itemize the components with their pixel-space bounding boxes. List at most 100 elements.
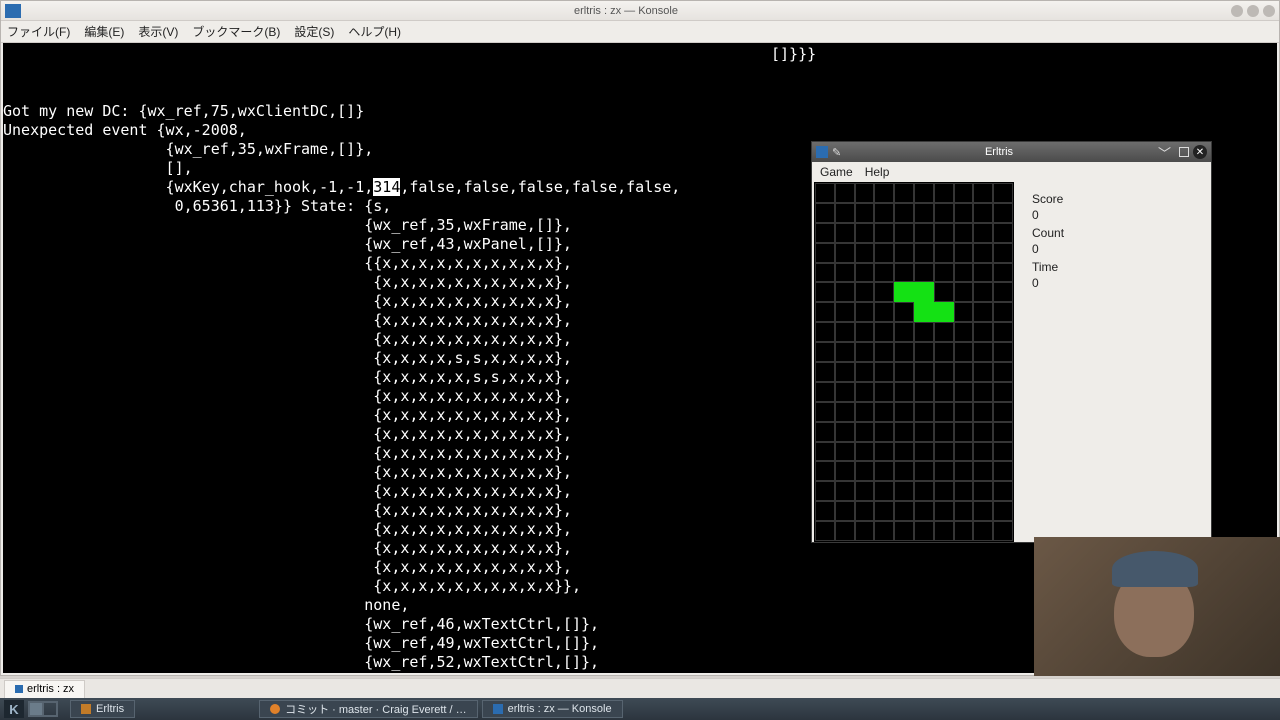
erltris-menu-bar: Game Help bbox=[812, 162, 1211, 182]
konsole-titlebar[interactable]: erltris : zx — Konsole bbox=[1, 1, 1279, 21]
board-cell bbox=[815, 481, 835, 501]
board-cell bbox=[914, 521, 934, 541]
board-cell bbox=[835, 322, 855, 342]
board-cell bbox=[855, 183, 875, 203]
board-cell bbox=[815, 263, 835, 283]
board-cell bbox=[815, 442, 835, 462]
menu-game[interactable]: Game bbox=[820, 165, 853, 179]
count-value: 0 bbox=[1032, 242, 1064, 256]
board-cell bbox=[993, 442, 1013, 462]
pin-icon[interactable]: ✎ bbox=[832, 146, 844, 158]
konsole-tab[interactable]: erltris : zx bbox=[4, 680, 85, 698]
board-cell bbox=[894, 342, 914, 362]
menu-bookmarks[interactable]: ブックマーク(B) bbox=[192, 23, 280, 40]
board-cell bbox=[973, 282, 993, 302]
board-cell bbox=[993, 521, 1013, 541]
board-cell bbox=[954, 402, 974, 422]
board-cell bbox=[874, 223, 894, 243]
score-value: 0 bbox=[1032, 208, 1064, 222]
board-cell bbox=[894, 263, 914, 283]
time-value: 0 bbox=[1032, 276, 1064, 290]
menu-edit[interactable]: 編集(E) bbox=[84, 23, 124, 40]
minimize-icon[interactable] bbox=[1231, 5, 1243, 17]
menu-settings[interactable]: 設定(S) bbox=[294, 23, 334, 40]
board-cell bbox=[874, 442, 894, 462]
board-cell bbox=[993, 501, 1013, 521]
taskbar-item-erltris[interactable]: Erltris bbox=[70, 700, 135, 718]
board-cell bbox=[934, 282, 954, 302]
menu-help[interactable]: ヘルプ(H) bbox=[348, 23, 401, 40]
board-cell bbox=[954, 362, 974, 382]
kde-launcher-icon[interactable]: K bbox=[4, 700, 24, 718]
board-cell bbox=[954, 342, 974, 362]
board-cell bbox=[835, 263, 855, 283]
board-cell bbox=[894, 481, 914, 501]
board-cell bbox=[874, 342, 894, 362]
board-cell bbox=[993, 183, 1013, 203]
board-cell bbox=[973, 362, 993, 382]
board-cell bbox=[934, 362, 954, 382]
maximize-icon[interactable] bbox=[1179, 147, 1189, 157]
board-cell bbox=[815, 183, 835, 203]
board-cell bbox=[874, 481, 894, 501]
board-cell bbox=[993, 402, 1013, 422]
board-cell bbox=[914, 282, 934, 302]
board-cell bbox=[993, 243, 1013, 263]
terminal-line: []}}} bbox=[3, 45, 1277, 64]
board-cell bbox=[914, 183, 934, 203]
taskbar-label: Erltris bbox=[96, 703, 124, 715]
board-cell bbox=[835, 362, 855, 382]
board-cell bbox=[993, 362, 1013, 382]
tab-icon bbox=[15, 685, 23, 693]
board-cell bbox=[914, 302, 934, 322]
board-cell bbox=[973, 422, 993, 442]
board-cell bbox=[954, 442, 974, 462]
menu-help[interactable]: Help bbox=[865, 165, 890, 179]
board-cell bbox=[954, 382, 974, 402]
board-cell bbox=[914, 481, 934, 501]
board-cell bbox=[914, 203, 934, 223]
board-cell bbox=[815, 422, 835, 442]
board-cell bbox=[894, 322, 914, 342]
close-icon[interactable]: ✕ bbox=[1193, 145, 1207, 159]
maximize-icon[interactable] bbox=[1247, 5, 1259, 17]
board-cell bbox=[954, 422, 974, 442]
person-cap bbox=[1112, 551, 1198, 587]
minimize-icon[interactable]: ﹀ bbox=[1154, 143, 1175, 162]
board-cell bbox=[934, 481, 954, 501]
board-cell bbox=[934, 243, 954, 263]
board-cell bbox=[973, 501, 993, 521]
close-icon[interactable] bbox=[1263, 5, 1275, 17]
board-cell bbox=[874, 362, 894, 382]
board-cell bbox=[855, 243, 875, 263]
board-cell bbox=[914, 223, 934, 243]
board-cell bbox=[815, 203, 835, 223]
board-cell bbox=[993, 203, 1013, 223]
menu-file[interactable]: ファイル(F) bbox=[7, 23, 70, 40]
board-cell bbox=[954, 521, 974, 541]
taskbar-item-konsole[interactable]: erltris : zx — Konsole bbox=[482, 700, 623, 718]
taskbar-item-firefox[interactable]: コミット · master · Craig Everett / … bbox=[259, 700, 478, 718]
board-cell bbox=[954, 243, 974, 263]
board-cell bbox=[993, 282, 1013, 302]
board-cell bbox=[855, 322, 875, 342]
board-cell bbox=[914, 442, 934, 462]
board-cell bbox=[954, 282, 974, 302]
board-cell bbox=[855, 382, 875, 402]
board-cell bbox=[855, 203, 875, 223]
menu-view[interactable]: 表示(V) bbox=[138, 23, 178, 40]
board-cell bbox=[954, 322, 974, 342]
taskbar-label: erltris : zx — Konsole bbox=[508, 703, 612, 715]
board-cell bbox=[973, 481, 993, 501]
desktop-pager[interactable] bbox=[28, 701, 58, 717]
board-cell bbox=[835, 382, 855, 402]
board-cell bbox=[993, 382, 1013, 402]
board-cell bbox=[914, 501, 934, 521]
erltris-titlebar[interactable]: ✎ Erltris ﹀ ✕ bbox=[812, 142, 1211, 162]
board-cell bbox=[835, 521, 855, 541]
board-cell bbox=[973, 402, 993, 422]
konsole-icon bbox=[493, 704, 503, 714]
board-cell bbox=[835, 481, 855, 501]
board-cell bbox=[855, 402, 875, 422]
board-cell bbox=[855, 521, 875, 541]
